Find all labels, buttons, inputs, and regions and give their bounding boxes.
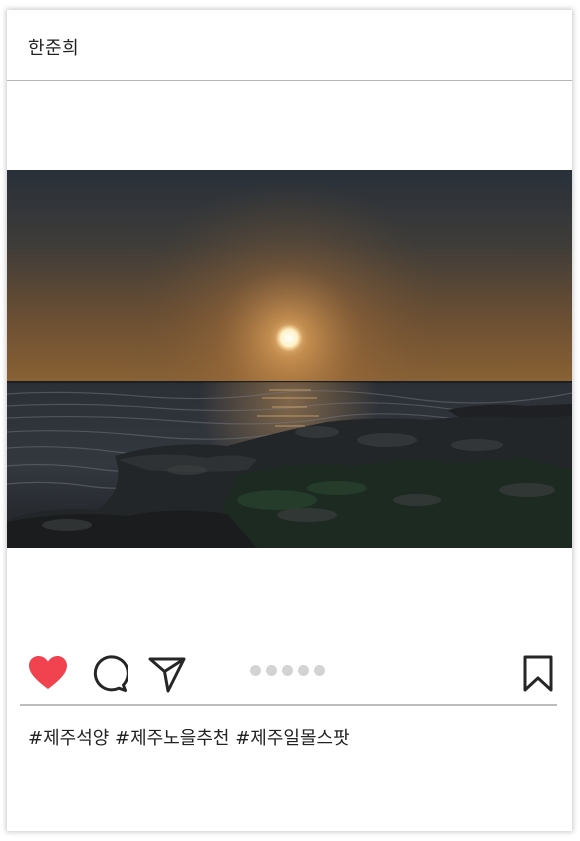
bookmark-icon[interactable] [523, 655, 553, 697]
carousel-indicator [250, 665, 325, 677]
action-bar [7, 650, 572, 700]
carousel-dot[interactable] [282, 665, 293, 676]
heart-icon[interactable] [28, 655, 68, 695]
post-header: 한준희 [7, 10, 572, 81]
divider [20, 704, 557, 706]
post-hashtags[interactable]: #제주석양 #제주노을추천 #제주일몰스팟 [28, 724, 350, 750]
carousel-dot[interactable] [298, 665, 309, 676]
carousel-dot[interactable] [314, 665, 325, 676]
username[interactable]: 한준희 [28, 34, 79, 60]
post-photo[interactable] [7, 170, 572, 548]
carousel-dot[interactable] [250, 665, 261, 676]
post-card: 한준희 #제주석양 #제주노을추천 #제주일몰스팟 [7, 10, 572, 831]
speech-bubble-icon[interactable] [90, 655, 130, 697]
carousel-dot[interactable] [266, 665, 277, 676]
paper-plane-icon[interactable] [148, 655, 186, 697]
sunset-photo [7, 170, 572, 548]
